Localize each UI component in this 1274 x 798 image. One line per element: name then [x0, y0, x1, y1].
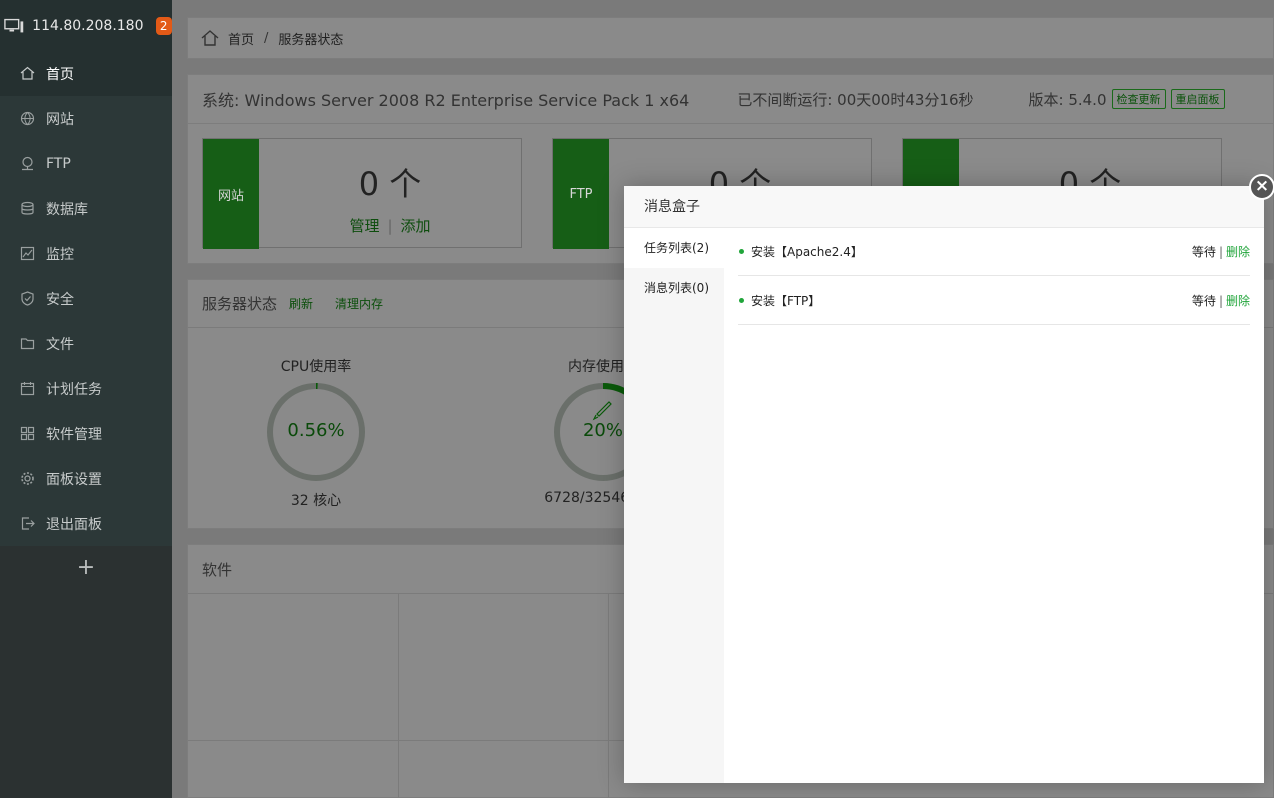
sidebar-item-label: FTP — [46, 155, 71, 172]
refresh-link[interactable]: 刷新 — [289, 295, 313, 312]
home-icon[interactable] — [200, 28, 220, 48]
close-dialog-button[interactable]: × — [1249, 174, 1274, 200]
monitor-icon — [20, 246, 35, 261]
sidebar-item-label: 数据库 — [46, 201, 88, 218]
task-status: 等待 — [1191, 293, 1216, 308]
software-cell[interactable] — [188, 741, 399, 798]
dialog-tabs: 任务列表(2) 消息列表(0) — [624, 228, 724, 783]
status-dot — [739, 249, 744, 254]
server-header: 114.80.208.180 2 — [0, 0, 172, 51]
sidebar-item-label: 退出面板 — [46, 516, 102, 533]
sidebar-item-label: 监控 — [46, 246, 74, 263]
sidebar-item-label: 安全 — [46, 291, 74, 308]
sidebar-item-ftp[interactable]: FTP — [0, 141, 172, 186]
sidebar-item-calendar[interactable]: 计划任务 — [0, 366, 172, 411]
task-list: 安装【Apache2.4】 等待 | 删除 安装【FTP】 等待 | 删除 — [738, 243, 1250, 325]
rocket-icon — [592, 401, 612, 421]
task-actions: 等待 | 删除 — [1192, 243, 1250, 260]
shield-icon — [20, 291, 35, 306]
software-cell[interactable] — [399, 741, 609, 798]
sidebar-item-label: 文件 — [46, 336, 74, 353]
link-separator: | — [387, 217, 393, 235]
delete-task-button[interactable]: 删除 — [1226, 245, 1250, 259]
cpu-title: CPU使用率 — [280, 359, 352, 375]
dialog-title: 消息盒子 — [624, 186, 1264, 228]
sidebar-item-label: 面板设置 — [46, 471, 102, 488]
logout-icon — [20, 516, 35, 531]
sidebar-item-shield[interactable]: 安全 — [0, 276, 172, 321]
stat-box-website: 网站 0 个 管理 | 添加 — [202, 138, 522, 249]
ftp-icon — [20, 156, 35, 171]
calendar-icon — [20, 381, 35, 396]
version-info: 版本: 5.4.0 — [1028, 90, 1107, 109]
breadcrumb-current: 服务器状态 — [278, 32, 344, 48]
breadcrumb-home[interactable]: 首页 — [228, 29, 254, 48]
sidebar-item-folder[interactable]: 文件 — [0, 321, 172, 366]
sidebar-item-monitor[interactable]: 监控 — [0, 231, 172, 276]
database-icon — [20, 201, 35, 216]
task-actions: 等待 | 删除 — [1192, 292, 1250, 309]
home-icon — [20, 66, 35, 81]
delete-task-button[interactable]: 删除 — [1226, 294, 1250, 308]
action-separator: | — [1218, 245, 1223, 259]
cpu-value: 0.56% — [287, 420, 345, 441]
sidebar-item-database[interactable]: 数据库 — [0, 186, 172, 231]
action-separator: | — [1218, 293, 1223, 308]
server-ip: 114.80.208.180 — [32, 17, 144, 34]
sidebar-item-logout[interactable]: 退出面板 — [0, 501, 172, 546]
system-info-bar: 系统: Windows Server 2008 R2 Enterprise Se… — [187, 74, 1274, 124]
sidebar-menu: 首页网站 FTP 数据库监控安全文件计划任务软件管理面板设置退出面板 — [0, 51, 172, 546]
globe-icon — [20, 111, 35, 126]
manage-link[interactable]: 管理 — [349, 217, 379, 235]
cpu-gauge: CPU使用率 0.56% 32 核心 — [266, 356, 366, 510]
stat-count: 0 个 — [358, 165, 422, 203]
gear-icon — [20, 471, 35, 486]
clear-memory-link[interactable]: 清理内存 — [335, 295, 383, 312]
tab-message-list[interactable]: 消息列表(0) — [624, 268, 724, 308]
cpu-cores: 32 核心 — [290, 493, 342, 509]
monitor-icon — [4, 18, 24, 32]
task-item: 安装【Apache2.4】 等待 | 删除 — [738, 228, 1250, 276]
add-menu-button[interactable]: + — [0, 546, 172, 590]
sidebar-item-grid[interactable]: 软件管理 — [0, 411, 172, 456]
grid-icon — [20, 426, 35, 441]
software-cell[interactable] — [399, 594, 609, 741]
stat-tag: 网站 — [203, 139, 259, 249]
sidebar-item-label: 网站 — [46, 111, 74, 128]
server-status-title: 服务器状态 — [202, 295, 278, 313]
status-dot — [739, 297, 744, 303]
notification-badge[interactable]: 2 — [155, 16, 172, 35]
message-box-dialog: 消息盒子 任务列表(2) 消息列表(0) 安装【Apache2.4】 等待 | 删除… — [624, 186, 1264, 783]
sidebar-item-label: 计划任务 — [46, 381, 102, 398]
breadcrumb-separator: / — [264, 30, 269, 46]
add-link[interactable]: 添加 — [401, 217, 431, 235]
check-update-button[interactable]: 检查更新 — [1111, 89, 1166, 109]
sidebar-item-gear[interactable]: 面板设置 — [0, 456, 172, 501]
sidebar-item-label: 首页 — [46, 66, 74, 83]
os-info: 系统: Windows Server 2008 R2 Enterprise Se… — [202, 91, 690, 110]
task-item: 安装【FTP】 等待 | 删除 — [738, 276, 1250, 325]
restart-panel-button[interactable]: 重启面板 — [1170, 89, 1225, 109]
task-name: 安装【Apache2.4】 — [751, 245, 863, 259]
task-name: 安装【FTP】 — [751, 293, 821, 308]
software-cell[interactable] — [188, 594, 399, 741]
task-status: 等待 — [1191, 245, 1216, 259]
stat-links: 管理 | 添加 — [259, 215, 521, 236]
stat-tag: FTP — [553, 139, 609, 249]
tab-task-list[interactable]: 任务列表(2) — [624, 228, 724, 268]
folder-icon — [20, 336, 35, 351]
sidebar: 114.80.208.180 2 首页网站 FTP 数据库监控安全文件计划任务软件管… — [0, 0, 172, 798]
sidebar-item-label: 软件管理 — [46, 426, 102, 443]
breadcrumb: 首页 / 服务器状态 — [187, 17, 1274, 59]
sidebar-item-home[interactable]: 首页 — [0, 51, 172, 96]
sidebar-item-globe[interactable]: 网站 — [0, 96, 172, 141]
cpu-ring: 0.56% — [266, 382, 366, 482]
uptime-info: 已不间断运行: 00天00时43分16秒 — [737, 90, 974, 109]
